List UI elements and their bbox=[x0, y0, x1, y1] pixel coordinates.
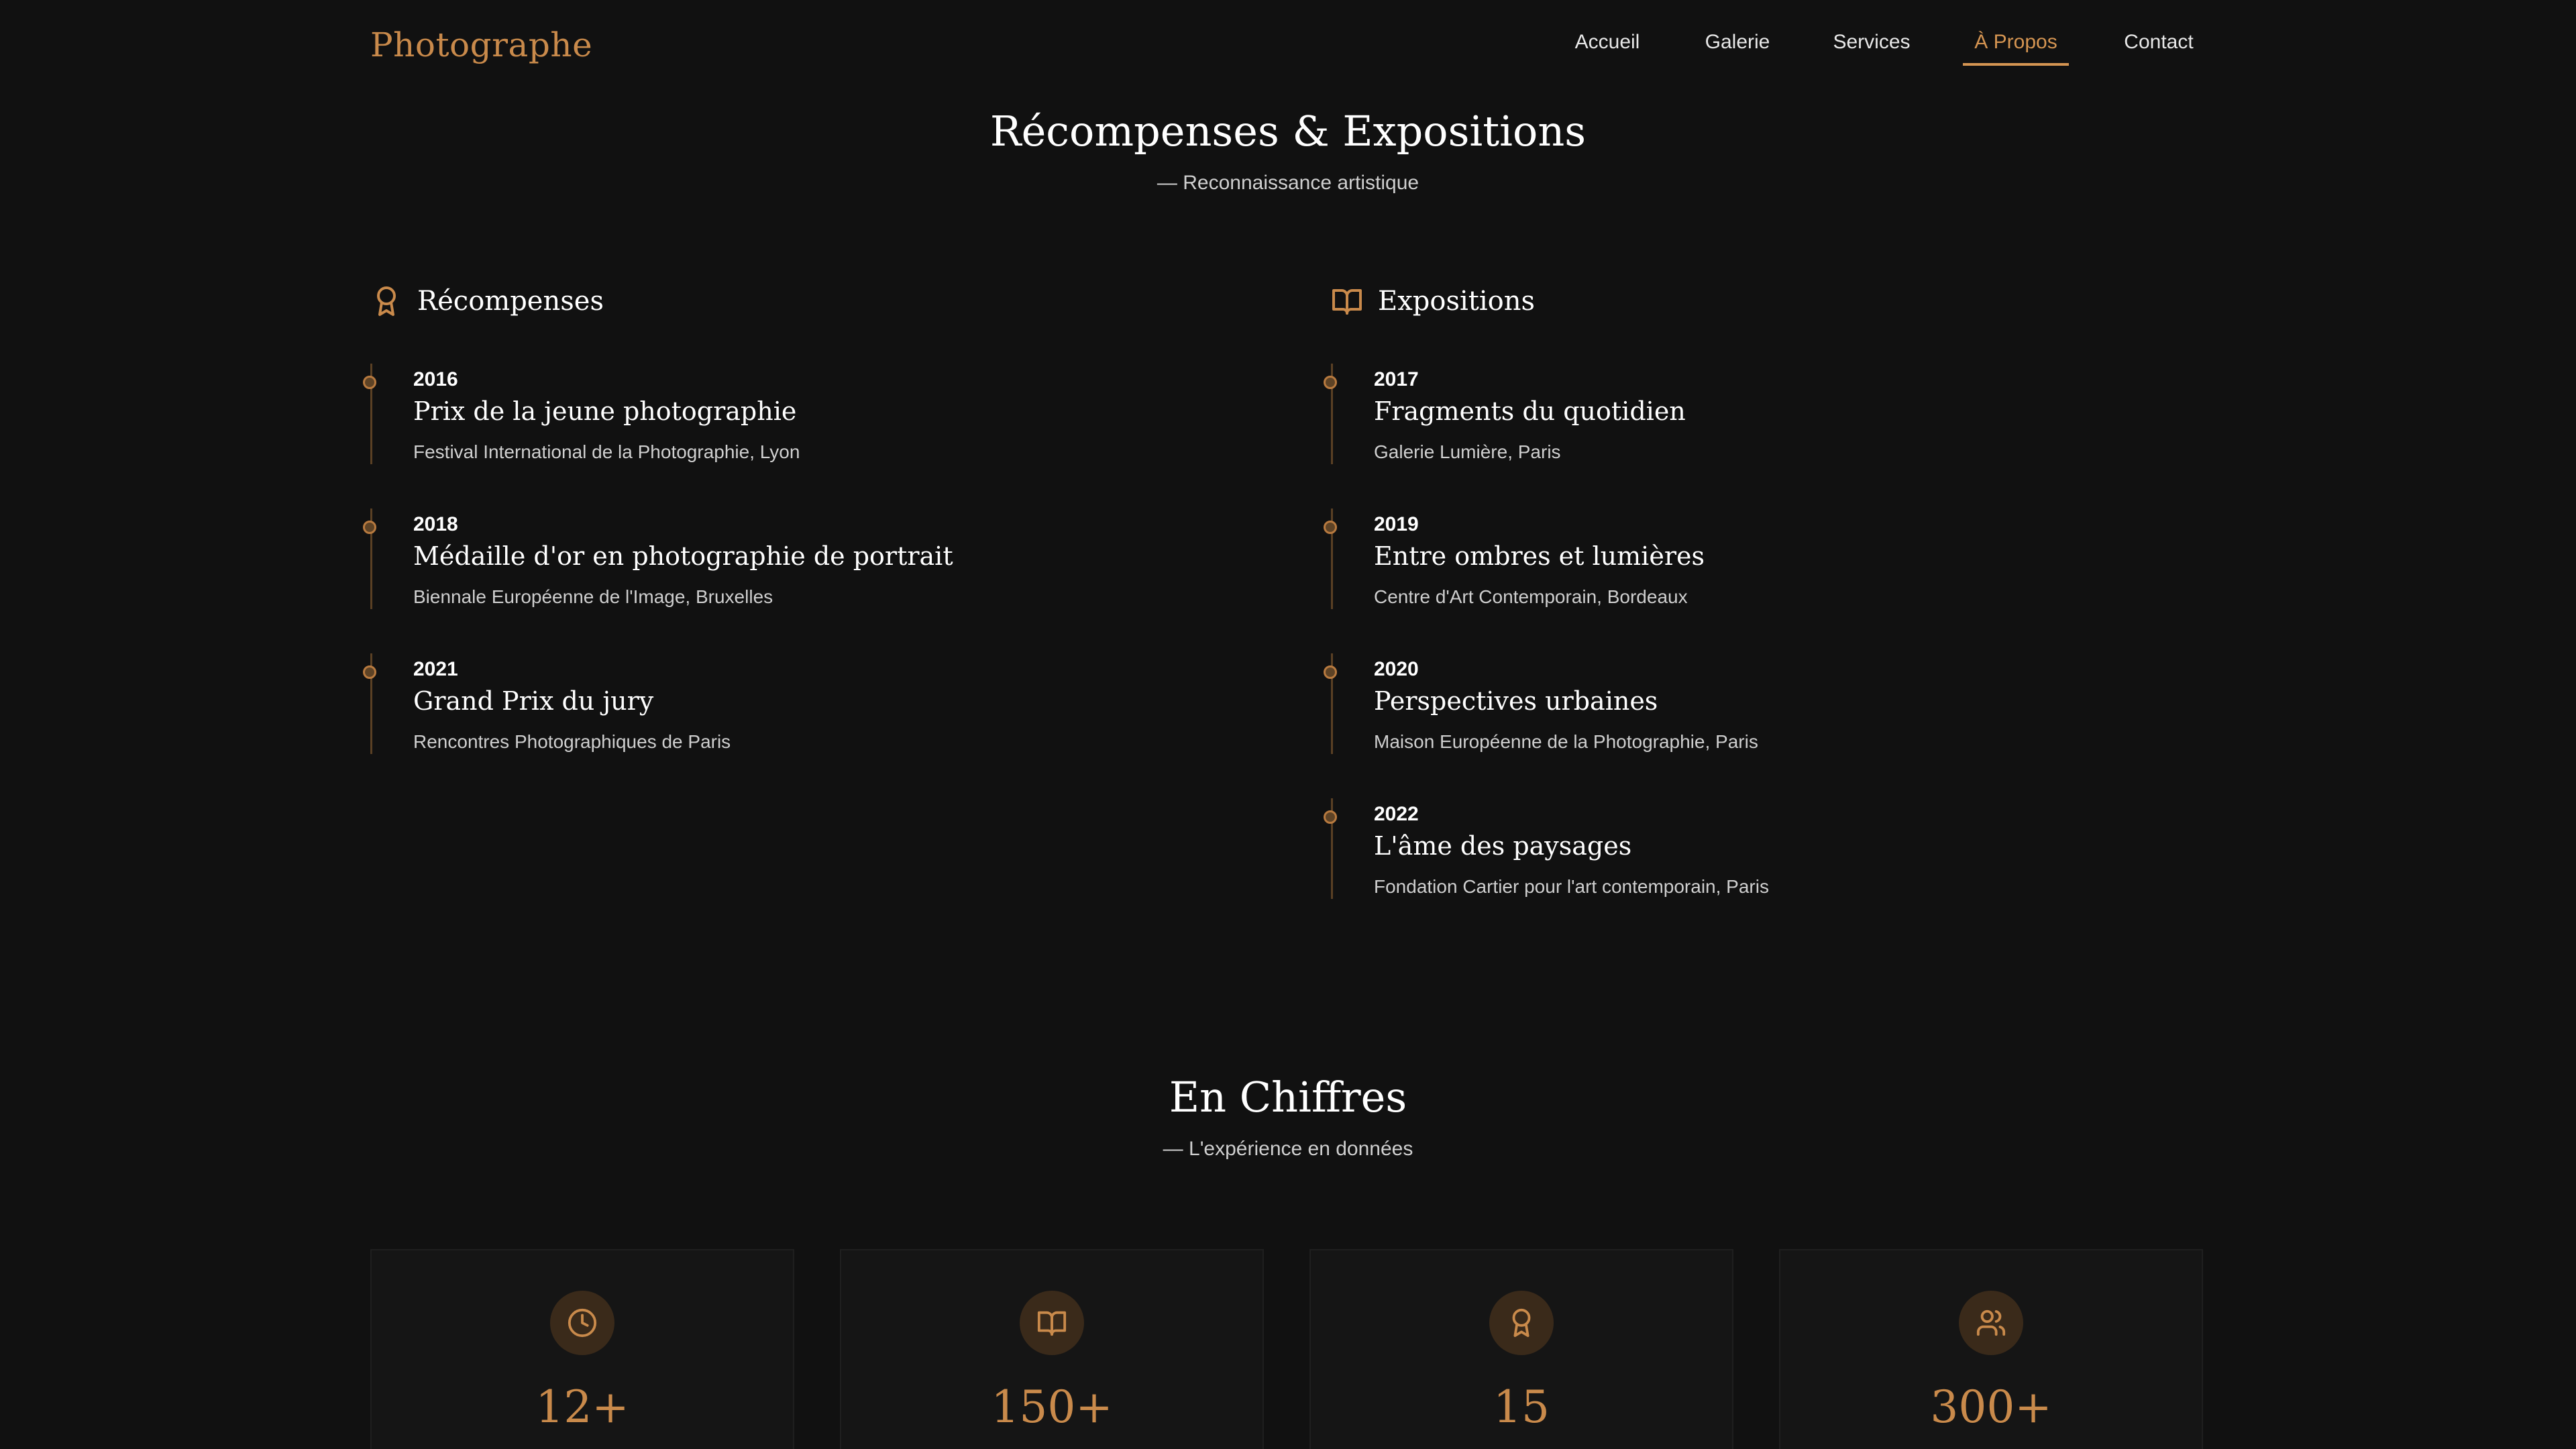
stat-value: 300+ bbox=[1930, 1381, 2052, 1433]
award-place: Biennale Européenne de l'Image, Bruxelle… bbox=[413, 586, 773, 607]
awards-section-subtitle: — Reconnaissance artistique bbox=[1157, 172, 1419, 194]
awards-section-title: Récompenses & Expositions bbox=[989, 107, 1587, 156]
book-open-icon bbox=[1332, 289, 1362, 315]
award-icon bbox=[1512, 1308, 1531, 1338]
exhibition-place: Centre d'Art Contemporain, Bordeaux bbox=[1374, 586, 1688, 607]
brand-logo[interactable]: Photographe bbox=[370, 19, 592, 71]
exhibition-title: Fragments du quotidien bbox=[1374, 396, 1686, 426]
exhibition-place: Galerie Lumière, Paris bbox=[1374, 441, 1561, 462]
exhibitions-column-title: Expositions bbox=[1378, 286, 1536, 317]
exhibition-year: 2017 bbox=[1374, 368, 1419, 390]
nav-item-galerie[interactable]: Galerie bbox=[1705, 23, 1770, 67]
stat-card-clients: 300+ bbox=[1779, 1249, 2203, 1449]
exhibition-timeline-item: 2017 Fragments du quotidien Galerie Lumi… bbox=[1324, 364, 2203, 471]
exhibition-place: Maison Européenne de la Photographie, Pa… bbox=[1374, 731, 1758, 752]
stat-icon-wrapper bbox=[1020, 1291, 1084, 1355]
stat-value: 12+ bbox=[535, 1381, 629, 1433]
awards-column-header: Récompenses bbox=[370, 278, 604, 325]
timeline-dot bbox=[363, 665, 376, 679]
award-year: 2021 bbox=[413, 658, 458, 680]
stat-value: 150+ bbox=[991, 1381, 1113, 1433]
award-year: 2016 bbox=[413, 368, 458, 390]
nav-item-accueil[interactable]: Accueil bbox=[1575, 23, 1640, 67]
stat-icon-wrapper bbox=[550, 1291, 614, 1355]
stat-card-years: 12+ bbox=[370, 1249, 794, 1449]
stat-card-awards: 15 bbox=[1309, 1249, 1733, 1449]
award-timeline-item: 2018 Médaille d'or en photographie de po… bbox=[363, 508, 1242, 616]
exhibition-year: 2022 bbox=[1374, 803, 1419, 825]
book-open-icon bbox=[1037, 1311, 1067, 1336]
exhibition-timeline-item: 2020 Perspectives urbaines Maison Europé… bbox=[1324, 653, 2203, 761]
timeline-dot bbox=[1324, 810, 1337, 824]
exhibition-timeline-item: 2019 Entre ombres et lumières Centre d'A… bbox=[1324, 508, 2203, 616]
nav-active-indicator bbox=[1963, 63, 2069, 66]
timeline-dot bbox=[363, 376, 376, 389]
exhibition-year: 2020 bbox=[1374, 658, 1419, 680]
award-place: Rencontres Photographiques de Paris bbox=[413, 731, 731, 752]
awards-column-title: Récompenses bbox=[417, 286, 604, 317]
timeline-dot bbox=[1324, 376, 1337, 389]
stat-icon-wrapper bbox=[1489, 1291, 1554, 1355]
exhibitions-column-header: Expositions bbox=[1331, 278, 1535, 325]
stat-value: 15 bbox=[1493, 1381, 1550, 1433]
exhibition-title: Perspectives urbaines bbox=[1374, 686, 1658, 716]
award-title: Grand Prix du jury bbox=[413, 686, 654, 716]
award-place: Festival International de la Photographi… bbox=[413, 441, 800, 462]
nav-item-a-propos[interactable]: À Propos bbox=[1974, 23, 2057, 67]
award-icon bbox=[377, 286, 396, 316]
clock-icon bbox=[568, 1308, 597, 1338]
timeline-dot bbox=[1324, 665, 1337, 679]
timeline-dot bbox=[1324, 521, 1337, 534]
exhibition-title: L'âme des paysages bbox=[1374, 831, 1632, 861]
exhibition-timeline-item: 2022 L'âme des paysages Fondation Cartie… bbox=[1324, 798, 2203, 906]
stats-section-title: En Chiffres bbox=[1169, 1073, 1407, 1122]
exhibition-year: 2019 bbox=[1374, 513, 1419, 535]
award-year: 2018 bbox=[413, 513, 458, 535]
timeline-dot bbox=[363, 521, 376, 534]
nav-item-contact[interactable]: Contact bbox=[2124, 23, 2193, 67]
award-title: Médaille d'or en photographie de portrai… bbox=[413, 541, 953, 571]
site-header: Photographe Accueil Galerie Services À P… bbox=[0, 0, 2576, 87]
award-timeline-item: 2016 Prix de la jeune photographie Festi… bbox=[363, 364, 1242, 471]
users-icon bbox=[1976, 1309, 2006, 1336]
nav-item-services[interactable]: Services bbox=[1833, 23, 1910, 67]
stat-card-exhibitions: 150+ bbox=[840, 1249, 1264, 1449]
award-title: Prix de la jeune photographie bbox=[413, 396, 797, 426]
award-timeline-item: 2021 Grand Prix du jury Rencontres Photo… bbox=[363, 653, 1242, 761]
exhibition-place: Fondation Cartier pour l'art contemporai… bbox=[1374, 876, 1769, 897]
stat-icon-wrapper bbox=[1959, 1291, 2023, 1355]
exhibition-title: Entre ombres et lumières bbox=[1374, 541, 1705, 571]
stats-section-subtitle: — L'expérience en données bbox=[1163, 1138, 1413, 1160]
